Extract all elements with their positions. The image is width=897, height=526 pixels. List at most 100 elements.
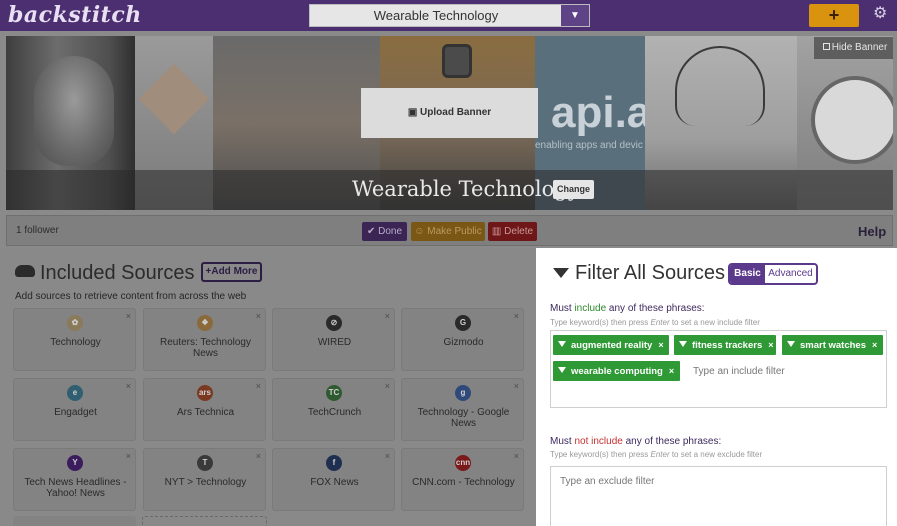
remove-chip-icon[interactable]: × <box>658 340 663 350</box>
source-name: NYT > Technology <box>164 477 247 488</box>
reuters-icon: ❖ <box>197 315 213 331</box>
filter-icon <box>787 341 795 347</box>
included-sources-title: Included Sources <box>15 262 195 285</box>
remove-source-icon[interactable]: × <box>126 311 131 321</box>
api-tile-text: api.a <box>551 88 652 137</box>
filter-icon <box>679 341 687 347</box>
source-card[interactable]: Y Tech News Headlines - Yahoo! News × <box>13 448 136 511</box>
source-name: Reuters: Technology News <box>160 337 251 359</box>
source-name: FOX News <box>310 477 359 488</box>
remove-source-icon[interactable]: × <box>385 311 390 321</box>
filter-icon <box>558 341 566 347</box>
feed-action-bar: 1 follower ✔ Done ☺ Make Public ▥ Delete… <box>6 215 893 246</box>
remove-source-icon[interactable]: × <box>385 381 390 391</box>
filter-heading: Filter All Sources <box>575 262 726 284</box>
source-name: Tech News Headlines - Yahoo! News <box>24 477 127 499</box>
include-chip-label: augmented reality <box>571 340 653 351</box>
change-title-button[interactable]: Change <box>553 180 594 199</box>
wired-icon: ⊘ <box>326 315 342 331</box>
source-card[interactable]: TC TechCrunch × <box>272 378 395 441</box>
google-news-icon: g <box>455 385 471 401</box>
source-card[interactable]: ❖ Reuters: Technology News × <box>143 308 266 371</box>
source-name: Technology <box>50 337 101 348</box>
include-chip-label: smart watches <box>800 340 867 351</box>
feed-select[interactable]: Wearable Technology ▼ <box>309 4 590 27</box>
done-label: Done <box>378 226 403 237</box>
remove-chip-icon[interactable]: × <box>669 366 674 376</box>
done-button[interactable]: ✔ Done <box>362 222 407 241</box>
remove-source-icon[interactable]: × <box>514 451 519 461</box>
follower-count: 1 follower <box>16 225 59 236</box>
filter-icon <box>558 367 566 373</box>
include-chip-label: wearable computing <box>571 366 663 377</box>
add-button[interactable]: + <box>809 4 859 27</box>
source-name: Technology - Google News <box>417 407 510 429</box>
remove-source-icon[interactable]: × <box>256 311 261 321</box>
include-chip: wearable computing × <box>553 361 680 381</box>
make-public-button[interactable]: ☺ Make Public <box>411 222 485 241</box>
cnn-icon: cnn <box>455 455 471 471</box>
remove-source-icon[interactable]: × <box>126 451 131 461</box>
include-filter-input[interactable] <box>693 364 873 378</box>
hide-banner-label: Hide Banner <box>831 42 888 53</box>
api-tile-sub: enabling apps and devic <box>535 140 643 151</box>
delete-button[interactable]: ▥ Delete <box>488 222 537 241</box>
source-card[interactable]: cnn CNN.com - Technology × <box>401 448 524 511</box>
feed-select-value: Wearable Technology <box>373 8 499 23</box>
source-name: Gizmodo <box>443 337 484 348</box>
remove-source-icon[interactable]: × <box>385 451 390 461</box>
cloud-icon <box>15 265 35 277</box>
exclude-filter-input[interactable] <box>560 474 860 488</box>
source-card-partial[interactable] <box>13 516 136 526</box>
upload-banner-label: Upload Banner <box>420 107 492 118</box>
help-link[interactable]: Help <box>858 224 886 239</box>
remove-source-icon[interactable]: × <box>126 381 131 391</box>
remove-source-icon[interactable]: × <box>514 311 519 321</box>
include-chip: fitness trackers × <box>674 335 776 355</box>
source-name: Engadget <box>54 407 97 418</box>
banner-title: Wearable Technology <box>352 177 580 201</box>
source-card[interactable]: g Technology - Google News × <box>401 378 524 441</box>
gizmodo-icon: G <box>455 315 471 331</box>
remove-source-icon[interactable]: × <box>256 451 261 461</box>
add-source-placeholder[interactable] <box>142 516 267 526</box>
exclude-hint: Type keyword(s) then press Enter to set … <box>550 450 763 459</box>
remove-source-icon[interactable]: × <box>256 381 261 391</box>
top-bar: backstitch Wearable Technology ▼ + ⚙ <box>0 0 897 31</box>
include-chip-label: fitness trackers <box>692 340 763 351</box>
mode-basic-button[interactable]: Basic <box>730 265 765 283</box>
filter-title: Filter All Sources <box>553 262 725 285</box>
upload-banner-button[interactable]: ▣ Upload Banner <box>361 88 538 138</box>
source-name: TechCrunch <box>307 407 362 418</box>
remove-chip-icon[interactable]: × <box>768 340 773 350</box>
users-icon: ☺ <box>414 226 428 237</box>
source-card[interactable]: ⊘ WIRED × <box>272 308 395 371</box>
source-card[interactable]: ✿ Technology × <box>13 308 136 371</box>
remove-chip-icon[interactable]: × <box>872 340 877 350</box>
filter-mode-toggle: Basic Advanced <box>728 263 818 285</box>
included-sources-subtitle: Add sources to retrieve content from acr… <box>15 291 247 302</box>
mode-advanced-button[interactable]: Advanced <box>765 265 816 283</box>
delete-label: Delete <box>504 226 534 237</box>
source-name: WIRED <box>317 337 352 348</box>
yahoo-icon: Y <box>67 455 83 471</box>
app-logo[interactable]: backstitch <box>8 2 142 28</box>
engadget-icon: e <box>67 385 83 401</box>
source-card[interactable]: G Gizmodo × <box>401 308 524 371</box>
source-card[interactable]: T NYT > Technology × <box>143 448 266 511</box>
source-card[interactable]: e Engadget × <box>13 378 136 441</box>
source-card[interactable]: ars Ars Technica × <box>143 378 266 441</box>
source-name: CNN.com - Technology <box>412 477 515 488</box>
hide-banner-toggle[interactable]: Hide Banner <box>814 37 893 59</box>
nyt-icon: T <box>197 455 213 471</box>
chevron-down-icon[interactable]: ▼ <box>561 5 589 26</box>
nbc-icon: ✿ <box>67 315 83 331</box>
gear-icon[interactable]: ⚙ <box>873 6 889 22</box>
exclude-label: Must not include any of these phrases: <box>550 436 722 447</box>
remove-source-icon[interactable]: × <box>514 381 519 391</box>
add-more-button[interactable]: +Add More <box>201 262 262 282</box>
include-chip: smart watches × <box>782 335 883 355</box>
source-name: Ars Technica <box>176 407 235 418</box>
checkbox-icon <box>822 43 830 50</box>
source-card[interactable]: f FOX News × <box>272 448 395 511</box>
